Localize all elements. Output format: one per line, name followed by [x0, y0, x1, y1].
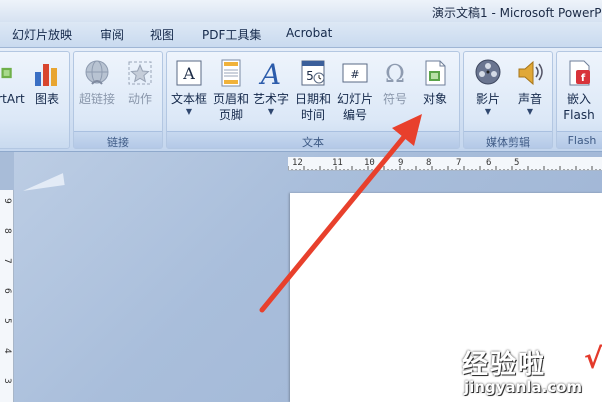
header-footer-label-1: 页眉和 — [212, 92, 249, 106]
title-bar: 演示文稿1 - Microsoft PowerP — [0, 0, 602, 22]
flash-group-label: Flash — [557, 131, 602, 148]
sound-dropdown-icon[interactable]: ▼ — [510, 107, 550, 117]
slide-number-button[interactable]: # 幻灯片 编号 — [335, 58, 375, 123]
slide-number-icon: # — [342, 63, 368, 83]
embed-flash-label-1: 嵌入 — [566, 92, 591, 106]
tab-slideshow[interactable]: 幻灯片放映 — [12, 26, 72, 43]
action-star-icon — [128, 61, 152, 85]
svg-text:A: A — [258, 58, 281, 88]
slide-number-label-2: 编号 — [342, 108, 367, 122]
ruler-tick: 4 — [2, 348, 12, 354]
chart-label: 图表 — [34, 92, 59, 106]
ribbon-tab-row: 幻灯片放映 审阅 视图 PDF工具集 Acrobat — [0, 22, 602, 48]
hyperlink-label: 超链接 — [78, 92, 115, 106]
calendar-icon: 5 — [301, 60, 325, 86]
svg-text:A: A — [182, 64, 195, 83]
symbol-label: 符号 — [382, 92, 407, 106]
textbox-button[interactable]: A 文本框 ▼ — [169, 58, 209, 117]
tab-review[interactable]: 审阅 — [100, 26, 124, 43]
ruler-tick: 3 — [2, 378, 12, 384]
flash-group: f 嵌入 Flash Flash — [556, 51, 602, 149]
watermark-check: √ — [584, 342, 602, 375]
media-group-label: 媒体剪辑 — [464, 131, 552, 149]
smartart-label: rtArt — [0, 92, 25, 106]
text-group: A 文本框 ▼ 页眉和 页脚 A 艺术字 ▼ 5 日期和 时间 # 幻灯片 编号… — [166, 51, 460, 149]
wordart-label: 艺术字 — [252, 92, 289, 106]
datetime-button[interactable]: 5 日期和 时间 — [293, 58, 333, 123]
movie-dropdown-icon[interactable]: ▼ — [468, 107, 508, 117]
illustrations-group: rtArt 图表 — [0, 51, 70, 149]
globe-link-icon — [85, 60, 109, 85]
omega-icon: Ω — [385, 60, 405, 88]
chart-button[interactable]: 图表 — [27, 58, 67, 107]
ruler-tick: 6 — [2, 288, 12, 294]
tab-pdf-tools[interactable]: PDF工具集 — [202, 26, 261, 43]
watermark-url: jingyanla.com — [464, 378, 583, 396]
tab-acrobat[interactable]: Acrobat — [286, 26, 332, 40]
links-group: 超链接 动作 链接 — [73, 51, 163, 149]
ruler-tick: 7 — [2, 258, 12, 264]
sound-button[interactable]: 声音 ▼ — [510, 58, 550, 117]
watermark-title: 经验啦 — [462, 350, 547, 380]
header-footer-label-2: 页脚 — [218, 108, 243, 122]
symbol-button[interactable]: Ω 符号 — [375, 58, 415, 107]
textbox-dropdown-icon[interactable]: ▼ — [169, 107, 209, 117]
datetime-label-1: 日期和 — [294, 92, 331, 106]
bar-chart-icon — [35, 64, 57, 86]
speaker-icon — [518, 60, 543, 86]
object-label: 对象 — [422, 92, 447, 106]
wordart-icon: A — [258, 58, 281, 88]
svg-text:f: f — [581, 73, 586, 84]
textbox-icon: A — [176, 60, 202, 86]
sound-label: 声音 — [517, 92, 542, 106]
hyperlink-button[interactable]: 超链接 — [77, 58, 117, 107]
window-title: 演示文稿1 - Microsoft PowerP — [432, 6, 602, 20]
ruler-tick: 8 — [2, 228, 12, 234]
wordart-button[interactable]: A 艺术字 ▼ — [251, 58, 291, 117]
film-reel-icon — [475, 59, 501, 85]
smartart-icon — [1, 67, 12, 79]
ruler-tick: 5 — [2, 318, 12, 324]
flash-icon: f — [569, 60, 590, 86]
svg-text:Ω: Ω — [385, 60, 405, 88]
horizontal-ruler[interactable]: 12 11 10 9 8 7 6 5 — [288, 157, 602, 171]
smartart-button[interactable]: rtArt — [0, 58, 25, 107]
vertical-ruler[interactable]: 9 8 7 6 5 4 3 — [0, 190, 14, 402]
embed-flash-label-2: Flash — [563, 108, 595, 122]
ruler-ticks-graphic — [288, 166, 601, 170]
textbox-label: 文本框 — [170, 92, 207, 106]
svg-text:#: # — [350, 68, 359, 81]
links-group-label: 链接 — [74, 131, 162, 149]
media-group: 影片 ▼ 声音 ▼ 媒体剪辑 — [463, 51, 553, 149]
action-label: 动作 — [127, 92, 152, 106]
ribbon: rtArt 图表 超链接 动作 链接 A 文本框 ▼ 页眉和 页脚 A 艺术字 … — [0, 48, 602, 152]
object-button[interactable]: 对象 — [415, 58, 455, 107]
embed-flash-button[interactable]: f 嵌入 Flash — [559, 58, 599, 123]
object-icon — [425, 60, 446, 86]
wordart-dropdown-icon[interactable]: ▼ — [251, 107, 291, 117]
slide-number-label-1: 幻灯片 — [336, 92, 373, 106]
header-footer-button[interactable]: 页眉和 页脚 — [211, 58, 251, 123]
svg-text:5: 5 — [306, 69, 314, 83]
ruler-tick: 9 — [2, 198, 12, 204]
header-footer-icon — [221, 59, 241, 87]
action-button[interactable]: 动作 — [120, 58, 160, 107]
watermark: 经验啦 √ jingyanla.com — [462, 342, 602, 402]
text-group-label: 文本 — [167, 131, 459, 149]
tab-view[interactable]: 视图 — [150, 26, 174, 43]
movie-button[interactable]: 影片 ▼ — [468, 58, 508, 117]
movie-label: 影片 — [475, 92, 500, 106]
datetime-label-2: 时间 — [300, 108, 325, 122]
